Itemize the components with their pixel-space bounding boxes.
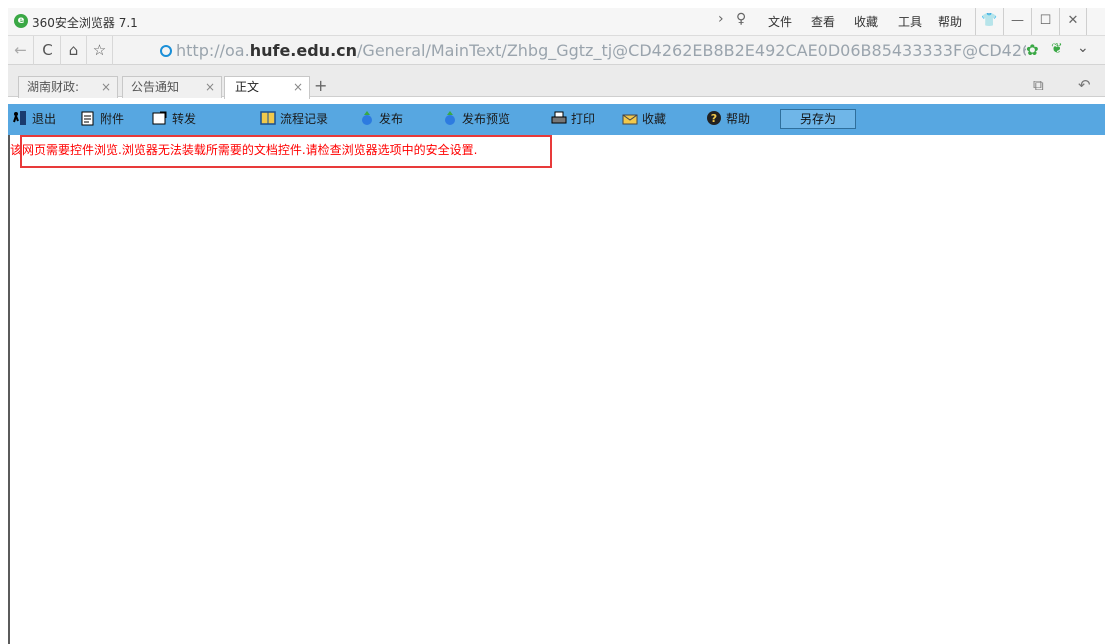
favorite-button[interactable]: 收藏 — [622, 110, 666, 128]
user-icon[interactable]: ♀ — [736, 11, 746, 27]
undo-close-icon[interactable]: ↶ — [1078, 76, 1091, 94]
site-globe-icon — [160, 45, 172, 57]
menu-favorites[interactable]: 收藏 — [854, 13, 878, 30]
envelope-icon — [622, 114, 638, 125]
maximize-button[interactable]: ☐ — [1031, 8, 1059, 35]
document-toolbar: 退出 附件 转发 流程记录 发布 发布预览 打印 收藏 ? 帮助 另存为 — [8, 104, 1105, 135]
exit-icon — [13, 111, 26, 125]
url-prefix: http://oa. — [176, 41, 250, 60]
document-content: 该网页需要控件浏览.浏览器无法装载所需要的文档控件.请检查浏览器选项中的安全设置… — [8, 135, 1105, 644]
attachment-label: 附件 — [100, 112, 125, 126]
favorite-label: 收藏 — [642, 112, 667, 126]
save-as-button[interactable]: 另存为 — [780, 109, 856, 129]
address-bar[interactable]: http://oa.hufe.edu.cn/General/MainText/Z… — [176, 41, 1026, 60]
svg-text:?: ? — [711, 112, 717, 125]
security-shield-icon[interactable]: ✿ — [1026, 41, 1039, 59]
book-icon — [260, 111, 276, 125]
tab-bar: 湖南财政: × 公告通知 × 正文 × + ⧉ ↶ — [8, 65, 1105, 99]
publish-button[interactable]: 发布 — [359, 110, 403, 128]
exit-button[interactable]: 退出 — [12, 110, 56, 128]
attachment-button[interactable]: 附件 — [80, 110, 124, 128]
publish-globe-icon — [362, 111, 372, 125]
leaf-icon[interactable]: ❦ — [1051, 41, 1063, 57]
print-button[interactable]: 打印 — [551, 110, 595, 128]
preview-label: 发布预览 — [462, 112, 511, 126]
refresh-button[interactable]: C — [35, 36, 61, 65]
navigation-bar: ← C ⌂ ☆ http://oa.hufe.edu.cn/General/Ma… — [8, 35, 1105, 65]
back-button[interactable]: ← — [8, 36, 34, 65]
menu-file[interactable]: 文件 — [768, 13, 792, 30]
tab-announcement[interactable]: 公告通知 × — [122, 76, 222, 98]
publish-label: 发布 — [379, 112, 404, 126]
printer-icon — [551, 111, 567, 124]
preview-globe-icon — [445, 111, 455, 125]
new-tab-button[interactable]: + — [314, 76, 327, 95]
tab-label: 公告通知 — [131, 80, 180, 94]
tab-hunan-finance[interactable]: 湖南财政: × — [18, 76, 118, 98]
publish-preview-button[interactable]: 发布预览 — [442, 110, 510, 128]
skin-button[interactable]: 👕 — [975, 8, 1003, 35]
title-bar: e 360安全浏览器 7.1 › ♀ 文件 查看 收藏 工具 帮助 👕 — ☐ … — [8, 8, 1105, 35]
flow-record-label: 流程记录 — [280, 112, 329, 126]
minimize-button[interactable]: — — [1003, 8, 1031, 35]
exit-label: 退出 — [32, 112, 57, 126]
url-path: /General/MainText/Zhbg_Ggtz_tj@CD4262EB8… — [357, 41, 1026, 60]
tab-main-text[interactable]: 正文 × — [224, 76, 310, 99]
chevron-right-icon[interactable]: › — [718, 11, 724, 27]
menu-tools[interactable]: 工具 — [898, 13, 922, 30]
tab-close-icon[interactable]: × — [293, 77, 303, 97]
attachment-icon — [81, 111, 94, 126]
highlight-box — [20, 135, 552, 168]
forward-label: 转发 — [172, 112, 197, 126]
address-dropdown-button[interactable]: ⌄ — [1077, 40, 1089, 56]
tab-label: 湖南财政: — [27, 80, 80, 94]
url-domain: hufe.edu.cn — [249, 41, 358, 60]
tab-close-icon[interactable]: × — [101, 77, 111, 97]
home-button[interactable]: ⌂ — [61, 36, 87, 65]
window-title: 360安全浏览器 7.1 — [32, 16, 138, 30]
flow-record-button[interactable]: 流程记录 — [260, 110, 328, 128]
tab-close-icon[interactable]: × — [205, 77, 215, 97]
menu-help[interactable]: 帮助 — [938, 13, 962, 30]
close-window-button[interactable]: ✕ — [1059, 8, 1087, 35]
forward-icon — [152, 111, 167, 125]
forward-button[interactable]: 转发 — [152, 110, 196, 128]
bookmark-star-button[interactable]: ☆ — [87, 36, 113, 65]
restore-tabs-icon[interactable]: ⧉ — [1033, 76, 1044, 94]
print-label: 打印 — [571, 112, 596, 126]
browser-logo-icon: e — [14, 14, 28, 28]
tab-label: 正文 — [235, 80, 260, 94]
help-label: 帮助 — [726, 112, 751, 126]
menu-view[interactable]: 查看 — [811, 13, 835, 30]
help-button[interactable]: ? 帮助 — [706, 110, 750, 128]
help-icon: ? — [707, 111, 721, 125]
